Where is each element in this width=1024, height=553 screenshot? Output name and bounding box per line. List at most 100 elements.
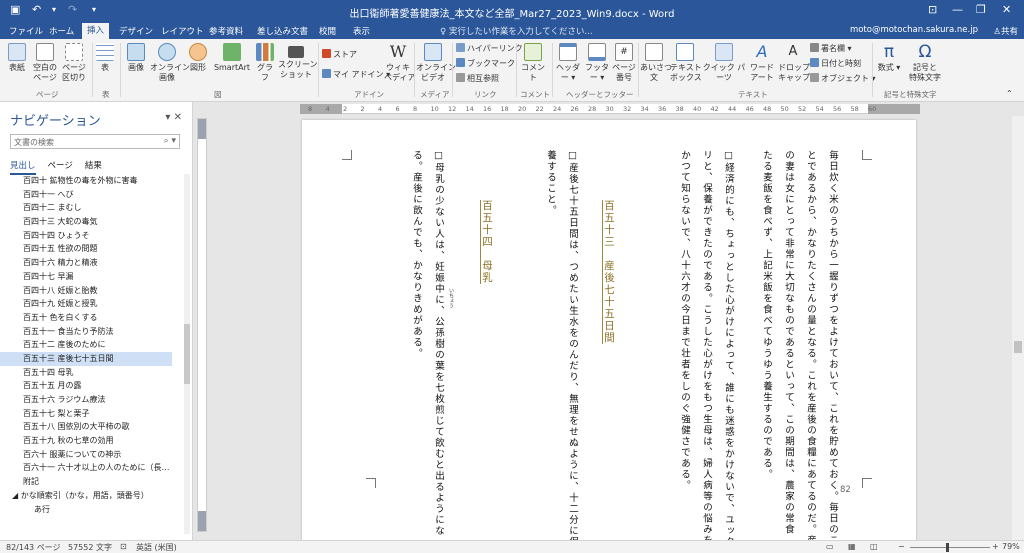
restore-icon[interactable]: ❐ xyxy=(976,3,986,16)
proofing-icon[interactable]: ⊡ xyxy=(120,542,127,551)
online-video-button[interactable]: オンライン ビデオ xyxy=(416,43,456,83)
footer-button[interactable]: フッター ▾ xyxy=(584,43,610,83)
equation-button[interactable]: π 数式 ▾ xyxy=(874,43,904,73)
heading-item[interactable]: 百五十八 国依別の大平柿の歌 xyxy=(0,420,192,434)
read-mode-icon[interactable]: ▭ xyxy=(826,542,834,551)
my-addins-button[interactable]: マイ アドイン ▾ xyxy=(322,69,390,80)
document-search-input[interactable]: 文書の検索 ⌕ ▾ xyxy=(10,134,180,149)
tab-design[interactable]: デザイン xyxy=(114,24,158,39)
tab-home[interactable]: ホーム xyxy=(44,24,79,39)
drop-cap-button[interactable]: A ドロップ キャップ xyxy=(778,43,810,83)
tab-headings[interactable]: 見出し xyxy=(10,161,36,175)
document-scrollbar[interactable] xyxy=(1012,116,1024,540)
zoom-out-button[interactable]: − xyxy=(898,542,905,551)
heading-item[interactable]: 百四十八 妊娠と胎教 xyxy=(0,284,192,298)
share-button[interactable]: ♙共有 xyxy=(993,25,1018,37)
online-pictures-button[interactable]: オンライン 画像 xyxy=(150,43,190,83)
document-page[interactable]: 毎日炊く米のうちから一握りずつをよけておいて、これを貯めておく。毎日のこ とである… xyxy=(302,120,916,553)
wikipedia-button[interactable]: W ウィキ ペディア xyxy=(384,43,415,83)
page-number-button[interactable]: # ページ 番号 xyxy=(612,43,636,83)
heading-item[interactable]: 百四十九 妊娠と授乳 xyxy=(0,297,192,311)
collapse-ribbon-icon[interactable]: ⌃ xyxy=(1006,89,1013,98)
heading-item[interactable]: 附記 xyxy=(0,475,192,489)
symbol-button[interactable]: Ω 記号と 特殊文字 xyxy=(906,43,944,83)
heading-item[interactable]: 百五十九 秋の七草の効用 xyxy=(0,434,192,448)
wordart-button[interactable]: A ワード アート xyxy=(748,43,776,83)
zoom-slider[interactable] xyxy=(910,547,990,548)
heading-item[interactable]: 百四十五 性欲の問題 xyxy=(0,242,192,256)
heading-item[interactable]: 百六十 服薬についての神示 xyxy=(0,448,192,462)
tab-insert[interactable]: 挿入 xyxy=(82,23,110,39)
print-layout-icon[interactable]: ▦ xyxy=(848,542,856,551)
signature-line-button[interactable]: 署名欄 ▾ xyxy=(810,43,852,54)
zoom-in-button[interactable]: + xyxy=(992,542,999,551)
screenshot-button[interactable]: スクリーン ショット xyxy=(278,43,318,80)
heading-item[interactable]: 百五十三 産後七十五日間 xyxy=(0,351,172,366)
pictures-button[interactable]: 画像 xyxy=(124,43,148,73)
heading-item[interactable]: 百五十六 ラジウム療法 xyxy=(0,393,192,407)
minimize-icon[interactable]: — xyxy=(952,3,963,16)
heading-item[interactable]: 百四十六 精力と精液 xyxy=(0,256,192,270)
tab-view[interactable]: 表示 xyxy=(348,24,375,39)
heading-item[interactable]: 百五十四 母乳 xyxy=(0,366,192,380)
bookmark-button[interactable]: ブックマーク xyxy=(456,58,515,69)
tab-mailings[interactable]: 差し込み文書 xyxy=(252,24,313,39)
heading-item[interactable]: 百四十 鉱物性の毒を外物に害毒 xyxy=(0,174,192,188)
cover-page-button[interactable]: 表紙 xyxy=(4,43,30,73)
text-box-button[interactable]: テキスト ボックス xyxy=(670,43,702,83)
table-button[interactable]: 表 xyxy=(95,43,115,73)
zoom-level[interactable]: 79% xyxy=(1002,542,1020,551)
dropdown-icon[interactable]: ▾ xyxy=(165,112,170,123)
heading-item[interactable]: あ行 xyxy=(0,503,192,517)
navigation-pane-controls[interactable]: ▾ ✕ xyxy=(165,112,182,123)
web-layout-icon[interactable]: ◫ xyxy=(870,542,878,551)
smartart-button[interactable]: SmartArt xyxy=(212,43,252,73)
page-break-button[interactable]: ページ 区切り xyxy=(60,43,88,83)
heading-item[interactable]: 百五十五 月の露 xyxy=(0,379,192,393)
close-icon[interactable]: ✕ xyxy=(1002,3,1011,16)
tab-file[interactable]: ファイル xyxy=(4,24,48,39)
heading-item[interactable]: 百五十一 食当たり予防法 xyxy=(0,325,192,339)
navigation-scrollbar[interactable] xyxy=(184,174,190,534)
heading-item[interactable]: 百四十四 ひょうそ xyxy=(0,229,192,243)
heading-item-collapsible[interactable]: ◢ かな順索引（かな，用語，頭番号） xyxy=(0,489,192,503)
vertical-ruler[interactable] xyxy=(197,118,207,532)
scroll-thumb[interactable] xyxy=(1014,341,1022,353)
greeting-button[interactable]: あいさつ 文 xyxy=(640,43,672,83)
search-icon[interactable]: ⌕ ▾ xyxy=(164,136,176,146)
heading-item[interactable]: 百五十二 産後のために xyxy=(0,338,192,352)
date-time-button[interactable]: 日付と時刻 xyxy=(810,58,861,69)
zoom-slider-handle[interactable] xyxy=(946,543,949,552)
ribbon-display-icon[interactable]: ⊡ xyxy=(928,3,937,16)
tab-review[interactable]: 校閲 xyxy=(314,24,341,39)
account-name[interactable]: moto@motochan.sakura.ne.jp xyxy=(850,25,978,35)
header-button[interactable]: ヘッダー ▾ xyxy=(554,43,582,83)
page-count[interactable]: 82/143 ページ xyxy=(6,542,61,553)
tab-layout[interactable]: レイアウト xyxy=(156,24,209,39)
heading-item[interactable]: 百五十七 梨と栗子 xyxy=(0,407,192,421)
language[interactable]: 英語 (米国) xyxy=(136,542,177,553)
comment-button[interactable]: コメント xyxy=(518,43,548,83)
scroll-thumb[interactable] xyxy=(184,324,190,384)
word-count[interactable]: 57552 文字 xyxy=(68,542,112,553)
object-button[interactable]: オブジェクト ▾ xyxy=(810,73,876,84)
heading-item[interactable]: 百四十一 へび xyxy=(0,188,192,202)
tab-pages[interactable]: ページ xyxy=(48,161,73,171)
store-button[interactable]: ストア xyxy=(322,49,357,60)
chart-button[interactable]: グラフ xyxy=(254,43,276,83)
heading-item[interactable]: 百五十 色を白くする xyxy=(0,311,192,325)
hyperlink-button[interactable]: ハイパーリンク xyxy=(456,43,523,54)
cross-reference-button[interactable]: 相互参照 xyxy=(456,73,499,84)
heading-item[interactable]: 百四十七 早漏 xyxy=(0,270,192,284)
heading-item[interactable]: 百四十二 まむし xyxy=(0,201,192,215)
shapes-button[interactable]: 図形 xyxy=(186,43,210,73)
close-pane-icon[interactable]: ✕ xyxy=(174,112,182,123)
tab-results[interactable]: 結果 xyxy=(85,161,102,171)
heading-item[interactable]: 百六十一 六十才以上の人のために（長… xyxy=(0,461,192,475)
quick-parts-button[interactable]: クイック パーツ xyxy=(702,43,746,83)
tab-references[interactable]: 参考資料 xyxy=(204,24,248,39)
tell-me-input[interactable]: ♀ 実行したい作業を入力してください... xyxy=(440,25,593,37)
horizontal-ruler[interactable]: 8 4 2 2 4 6 8 10 12 14 16 18 20 22 24 26 28 30 32 34 36 38 40 4… xyxy=(300,104,920,114)
blank-page-button[interactable]: 空白の ページ xyxy=(30,43,60,83)
heading-item[interactable]: 百四十三 大蛇の毒気 xyxy=(0,215,192,229)
